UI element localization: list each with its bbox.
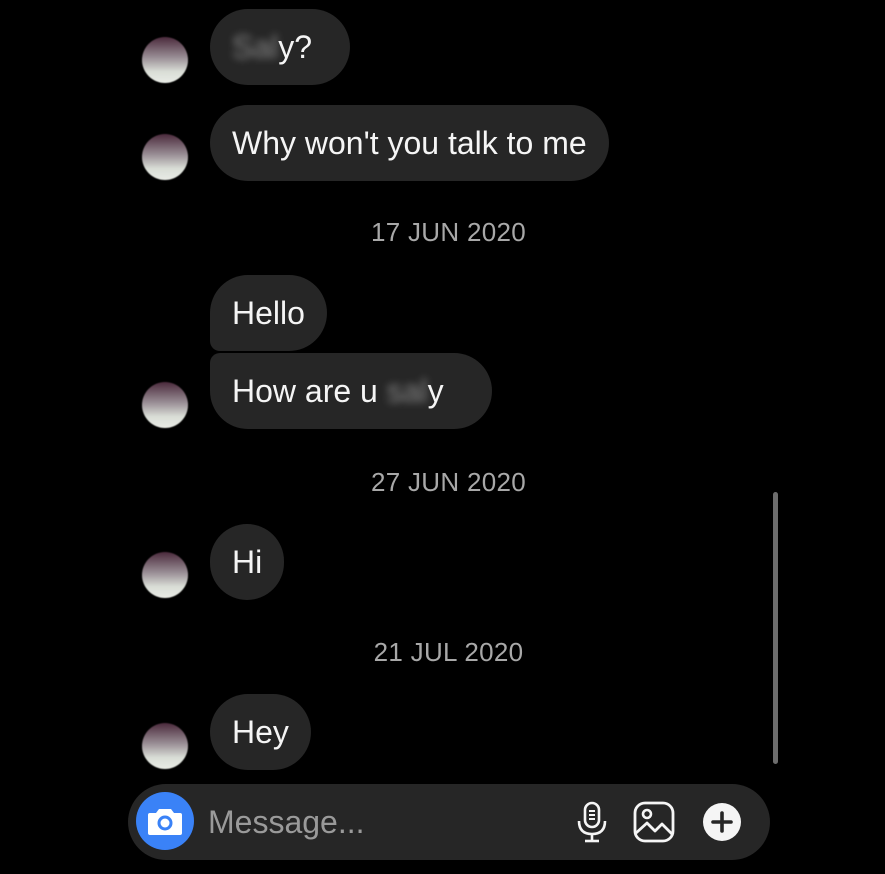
date-separator: 17 JUN 2020 xyxy=(370,217,527,247)
avatar[interactable] xyxy=(142,552,188,598)
message-composer xyxy=(128,784,770,860)
chat-screen: Saly? Why won't you talk to me 17 JUN 20… xyxy=(0,0,885,874)
microphone-button[interactable] xyxy=(568,798,616,846)
message-bubble[interactable]: Hey xyxy=(210,694,311,770)
avatar[interactable] xyxy=(142,382,188,428)
message-bubble[interactable]: How are u saly xyxy=(210,353,492,429)
avatar[interactable] xyxy=(142,723,188,769)
camera-button[interactable] xyxy=(136,792,194,850)
plus-icon xyxy=(703,803,741,841)
redacted-text: Sal xyxy=(232,29,279,65)
plus-button[interactable] xyxy=(698,798,746,846)
microphone-icon xyxy=(577,801,607,843)
message-bubble[interactable]: Why won't you talk to me xyxy=(210,105,609,181)
message-bubble[interactable]: Hello xyxy=(210,275,327,351)
message-bubble[interactable]: Saly? xyxy=(210,9,350,85)
date-separator: 27 JUN 2020 xyxy=(370,467,527,497)
avatar[interactable] xyxy=(142,134,188,180)
message-bubble[interactable]: Hi xyxy=(210,524,285,600)
avatar[interactable] xyxy=(142,37,188,83)
date-separator: 21 JUL 2020 xyxy=(373,637,524,667)
camera-icon xyxy=(148,809,182,835)
image-icon xyxy=(633,801,675,843)
scrollbar[interactable] xyxy=(773,492,778,764)
redacted-text: sal xyxy=(386,373,428,409)
gallery-button[interactable] xyxy=(630,798,678,846)
message-input[interactable] xyxy=(208,798,538,846)
